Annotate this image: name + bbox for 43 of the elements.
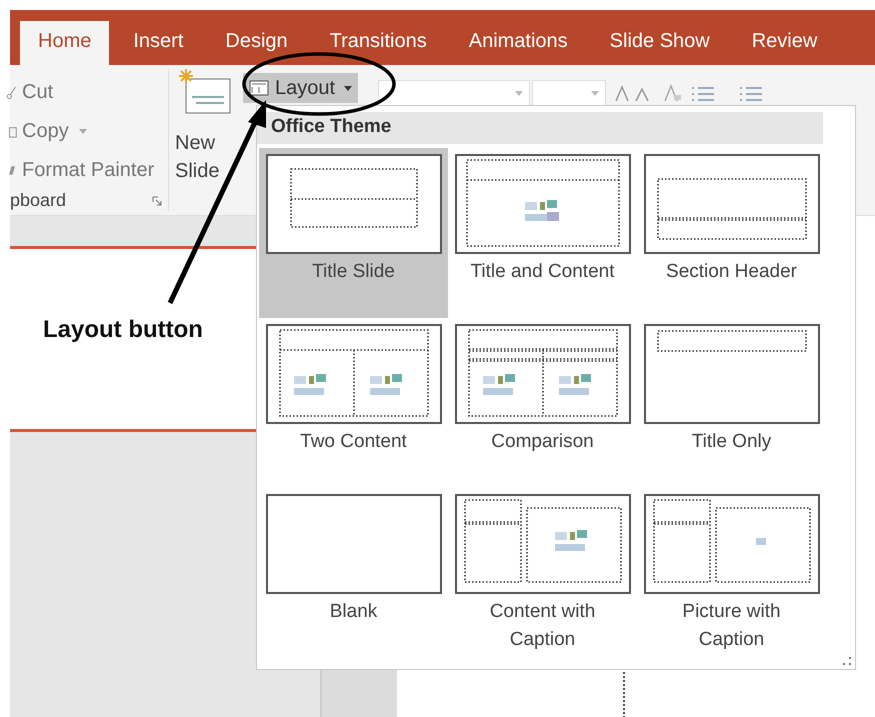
- ribbon-tab[interactable]: Review: [734, 21, 836, 65]
- dropdown-icon: [591, 91, 600, 96]
- ribbon-tab[interactable]: Design: [207, 21, 306, 65]
- content-placeholder-icon: [524, 200, 558, 221]
- caret-icon: [344, 86, 352, 90]
- gallery-heading: Office Theme: [257, 112, 823, 144]
- content-placeholder-icon: [370, 374, 402, 395]
- clipboard-command[interactable]: Cut: [6, 73, 162, 112]
- content-placeholder-icon: [554, 530, 586, 551]
- scissors-icon: [6, 84, 18, 100]
- content-placeholder-icon: [294, 374, 326, 395]
- layout-icon: [249, 80, 269, 96]
- layout-option[interactable]: Title Slide: [259, 148, 448, 318]
- font-size-field[interactable]: [532, 80, 606, 106]
- layout-option[interactable]: Section Header: [637, 148, 826, 318]
- dropdown-icon: [515, 91, 524, 96]
- picture-placeholder-icon: [756, 538, 766, 545]
- new-slide-button[interactable]: New Slide: [175, 65, 237, 215]
- ribbon-tab[interactable]: Slide Show: [592, 21, 728, 65]
- layout-option[interactable]: Two Content: [259, 318, 448, 488]
- layout-button[interactable]: Layout: [243, 73, 358, 103]
- layout-option[interactable]: Content with Caption: [448, 488, 637, 658]
- clear-formatting-icon[interactable]: [662, 83, 682, 103]
- ribbon-tab[interactable]: Animations: [450, 21, 586, 65]
- layout-option[interactable]: Blank: [259, 488, 448, 658]
- font-name-field[interactable]: [378, 80, 530, 106]
- ribbon-tab[interactable]: Home: [20, 21, 110, 65]
- layout-option[interactable]: Picture with Caption: [637, 488, 826, 658]
- clipboard-command[interactable]: Copy: [6, 112, 162, 151]
- caret-icon: [78, 129, 87, 134]
- content-placeholder-icon: [482, 374, 514, 395]
- ribbon-tab[interactable]: Insert: [115, 21, 202, 65]
- dialog-launcher-icon[interactable]: [152, 196, 162, 206]
- resize-grip-icon[interactable]: [843, 657, 851, 665]
- brush-icon: [9, 166, 15, 175]
- ribbon-tab[interactable]: Transitions: [312, 21, 445, 65]
- clipboard-command[interactable]: Format Painter: [6, 151, 162, 190]
- annotation-label: Layout button: [43, 316, 203, 344]
- group-label: pboard: [10, 190, 66, 211]
- layout-option[interactable]: Title and Content: [448, 148, 637, 318]
- layout-option[interactable]: Title Only: [637, 318, 826, 488]
- content-placeholder-icon: [558, 374, 590, 395]
- layout-option[interactable]: Comparison: [448, 318, 637, 488]
